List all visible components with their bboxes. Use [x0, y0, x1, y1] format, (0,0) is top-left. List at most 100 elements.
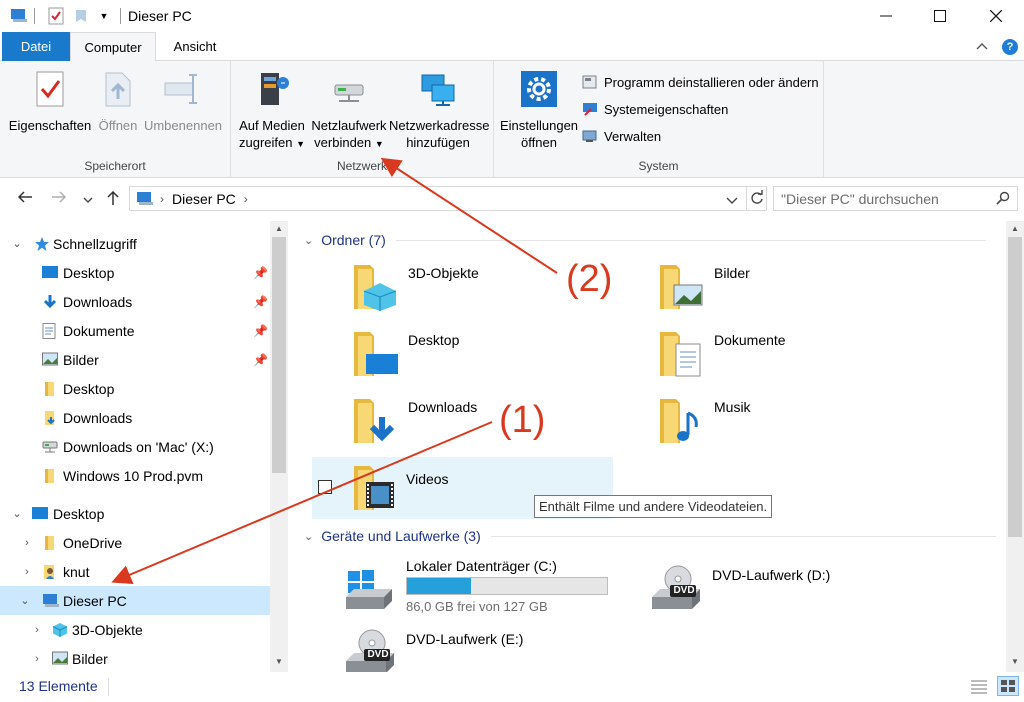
- content-scrollbar[interactable]: ▲ ▼: [1006, 221, 1024, 672]
- drive-d[interactable]: DVD DVD-Laufwerk (D:): [650, 557, 950, 615]
- search-input[interactable]: "Dieser PC" durchsuchen: [773, 186, 1018, 211]
- nav-label: Bilder: [63, 351, 99, 368]
- folder-bilder[interactable]: Bilder: [658, 261, 958, 323]
- tab-computer[interactable]: Computer: [70, 32, 156, 62]
- section-divider: [490, 535, 996, 537]
- large-icons-view-icon[interactable]: [997, 676, 1019, 696]
- scroll-up-icon[interactable]: ▲: [1011, 224, 1019, 233]
- properties-icon[interactable]: [46, 6, 66, 26]
- nav-label: Desktop: [63, 264, 115, 281]
- scroll-down-icon[interactable]: ▼: [1011, 657, 1019, 666]
- up-arrow-icon[interactable]: [106, 190, 120, 211]
- tab-ansicht[interactable]: Ansicht: [160, 32, 230, 61]
- programm-deinstallieren-button[interactable]: Programm deinstallieren oder ändern: [582, 74, 819, 90]
- close-button[interactable]: [973, 0, 1019, 32]
- nav-item-schnellzugriff[interactable]: ⌄ Schnellzugriff: [0, 229, 270, 258]
- breadcrumb-chevron-icon[interactable]: ›: [160, 192, 164, 206]
- maximize-button[interactable]: [917, 0, 963, 32]
- nav-item-3d-objekte[interactable]: › 3D-Objekte: [0, 615, 270, 644]
- scroll-down-icon[interactable]: ▼: [275, 657, 283, 666]
- folder-desktop[interactable]: Desktop: [352, 328, 652, 390]
- nav-item-dokumente-pinned[interactable]: Dokumente 📌: [0, 316, 270, 345]
- nav-item-downloads-folder[interactable]: Downloads: [0, 403, 270, 432]
- einstellungen-oeffnen-button[interactable]: Einstellungen öffnen: [498, 65, 580, 151]
- nav-label: Downloads: [63, 409, 133, 426]
- collapsed-chevron-icon[interactable]: ›: [30, 653, 44, 665]
- pin-icon[interactable]: 📌: [253, 266, 268, 280]
- dvd-drive-icon: DVD: [650, 565, 702, 611]
- refresh-icon[interactable]: [750, 190, 764, 209]
- nav-item-network-drive-x[interactable]: Downloads on 'Mac' (X:): [0, 432, 270, 461]
- pin-icon[interactable]: 📌: [253, 295, 268, 309]
- drive-usage-bar: [406, 577, 608, 595]
- drive-e[interactable]: DVD DVD-Laufwerk (E:): [344, 623, 644, 672]
- netzlaufwerk-verbinden-button[interactable]: Netzlaufwerk verbinden ▼: [309, 65, 389, 153]
- details-view-icon[interactable]: [970, 678, 988, 697]
- collapsed-chevron-icon[interactable]: ›: [20, 537, 34, 549]
- maximize-icon: [934, 10, 946, 22]
- collapse-ribbon-icon[interactable]: [976, 38, 988, 53]
- annotation-label-2: (2): [566, 258, 613, 300]
- computer-icon: [136, 191, 154, 207]
- help-icon[interactable]: ?: [1002, 39, 1018, 55]
- scrollbar-thumb[interactable]: [1008, 237, 1022, 537]
- collapse-chevron-icon[interactable]: ⌄: [304, 234, 313, 247]
- collapsed-chevron-icon[interactable]: ›: [30, 624, 44, 636]
- oeffnen-button[interactable]: Öffnen: [94, 65, 142, 134]
- pin-icon[interactable]: 📌: [253, 324, 268, 338]
- netzwerkadresse-hinzufuegen-button[interactable]: Netzwerkadresse hinzufügen: [389, 65, 489, 151]
- folder-musik[interactable]: Musik: [658, 395, 958, 457]
- nav-item-dieser-pc[interactable]: ⌄ Dieser PC: [0, 586, 270, 615]
- nav-pane-scrollbar[interactable]: ▲ ▼: [270, 221, 288, 672]
- expand-chevron-icon[interactable]: ⌄: [10, 237, 24, 250]
- nav-item-windows-10-prod[interactable]: Windows 10 Prod.pvm: [0, 461, 270, 490]
- search-icon[interactable]: [996, 191, 1010, 208]
- section-header-ordner[interactable]: ⌄ Ordner (7): [304, 232, 986, 248]
- nav-item-bilder[interactable]: › Bilder: [0, 644, 270, 672]
- scrollbar-thumb[interactable]: [272, 237, 286, 473]
- collapsed-chevron-icon[interactable]: ›: [20, 566, 34, 578]
- status-separator: [108, 678, 109, 696]
- rename-icon: [163, 69, 203, 109]
- nav-item-desktop-pinned[interactable]: Desktop 📌: [0, 258, 270, 287]
- netzlaufwerk-label-2: verbinden ▼: [314, 135, 384, 150]
- address-dropdown-icon[interactable]: [726, 192, 738, 208]
- minimize-button[interactable]: [863, 0, 909, 32]
- tab-datei[interactable]: Datei: [2, 32, 70, 61]
- umbenennen-button[interactable]: Umbenennen: [143, 65, 223, 134]
- music-folder-icon: [658, 395, 706, 445]
- computer-icon[interactable]: [9, 6, 29, 26]
- collapse-chevron-icon[interactable]: ⌄: [304, 530, 313, 543]
- back-arrow-icon[interactable]: [17, 190, 33, 209]
- expand-chevron-icon[interactable]: ⌄: [18, 594, 32, 607]
- systemeigenschaften-button[interactable]: Systemeigenschaften: [582, 101, 728, 117]
- breadcrumb-dieser-pc[interactable]: Dieser PC: [172, 191, 236, 207]
- new-folder-icon[interactable]: [72, 6, 92, 26]
- folder-icon: [42, 535, 58, 551]
- nav-item-knut[interactable]: › knut: [0, 557, 270, 586]
- folder-dokumente[interactable]: Dokumente: [658, 328, 958, 390]
- eigenschaften-button[interactable]: Eigenschaften: [8, 65, 92, 134]
- nav-item-onedrive[interactable]: › OneDrive: [0, 528, 270, 557]
- nav-item-downloads-pinned[interactable]: Downloads 📌: [0, 287, 270, 316]
- verwalten-button[interactable]: Verwalten: [582, 128, 661, 144]
- nav-item-desktop-folder[interactable]: Desktop: [0, 374, 270, 403]
- chevron-down-icon[interactable]: ▼: [94, 6, 114, 26]
- user-icon: [42, 564, 58, 580]
- drive-c[interactable]: Lokaler Datenträger (C:) 86,0 GB frei vo…: [344, 557, 644, 615]
- auf-medien-zugreifen-button[interactable]: Auf Medien zugreifen ▼: [235, 65, 309, 153]
- pin-icon[interactable]: 📌: [253, 353, 268, 367]
- systemeigenschaften-label: Systemeigenschaften: [604, 101, 729, 117]
- scroll-up-icon[interactable]: ▲: [275, 224, 283, 233]
- expand-chevron-icon[interactable]: ⌄: [10, 507, 24, 520]
- select-checkbox[interactable]: [318, 480, 332, 494]
- netzwerkadresse-label-2: hinzufügen: [406, 135, 470, 150]
- breadcrumb-chevron-icon[interactable]: ›: [244, 192, 248, 206]
- window-title: Dieser PC: [128, 8, 192, 24]
- section-header-geraete[interactable]: ⌄ Geräte und Laufwerke (3): [304, 528, 996, 544]
- nav-item-bilder-pinned[interactable]: Bilder 📌: [0, 345, 270, 374]
- recent-locations-chevron-icon[interactable]: [83, 191, 93, 209]
- address-bar[interactable]: › Dieser PC ›: [129, 186, 767, 211]
- forward-arrow-icon[interactable]: [51, 190, 67, 209]
- nav-item-desktop-root[interactable]: ⌄ Desktop: [0, 499, 270, 528]
